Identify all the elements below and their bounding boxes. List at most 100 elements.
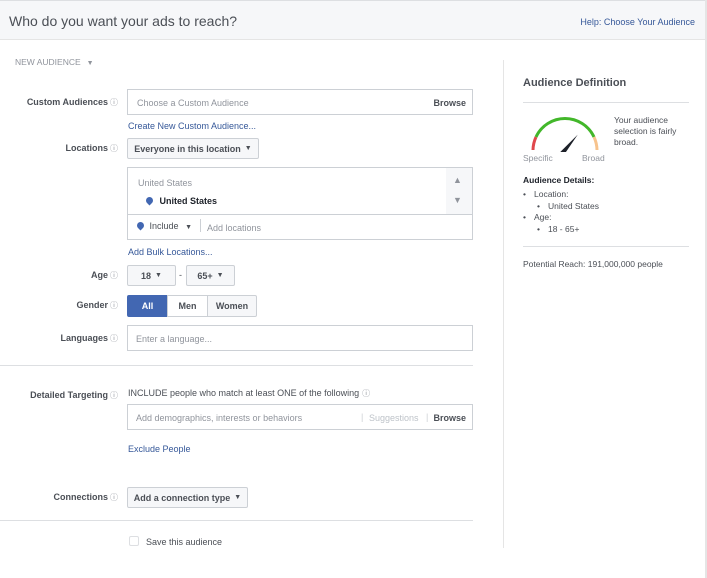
gender-men-button[interactable]: Men bbox=[167, 295, 208, 317]
caret-down-icon: ▼ bbox=[86, 60, 94, 67]
connection-type-dropdown[interactable]: Add a connection type ▼ bbox=[127, 487, 248, 508]
info-icon[interactable]: ⓘ bbox=[362, 389, 370, 398]
info-icon[interactable]: ⓘ bbox=[110, 333, 118, 344]
info-icon[interactable]: ⓘ bbox=[110, 492, 118, 503]
exclude-people-link[interactable]: Exclude People bbox=[128, 444, 191, 454]
help-link[interactable]: Help: Choose Your Audience bbox=[580, 17, 695, 27]
location-pin-icon bbox=[137, 222, 144, 231]
divider bbox=[523, 246, 689, 247]
gender-all-button[interactable]: All bbox=[127, 295, 168, 317]
custom-audiences-label: Custom Audiences ⓘ bbox=[0, 97, 118, 108]
detailed-targeting-description-text: INCLUDE people who match at least ONE of… bbox=[128, 388, 360, 398]
connections-label: Connections ⓘ bbox=[0, 492, 118, 503]
languages-input[interactable]: Enter a language... bbox=[127, 325, 473, 351]
custom-audiences-label-text: Custom Audiences bbox=[26, 97, 108, 107]
languages-placeholder: Enter a language... bbox=[136, 334, 213, 344]
gauge-arc-specific bbox=[531, 136, 538, 151]
detailed-targeting-placeholder: Add demographics, interests or behaviors bbox=[136, 413, 303, 423]
detailed-targeting-input[interactable]: Add demographics, interests or behaviors… bbox=[127, 404, 473, 430]
page-header: Who do you want your ads to reach? Help:… bbox=[0, 0, 707, 40]
caret-down-icon: ▼ bbox=[185, 224, 192, 231]
connection-type-value: Add a connection type bbox=[133, 492, 231, 503]
create-custom-audience-link[interactable]: Create New Custom Audience... bbox=[128, 121, 256, 131]
divider: | bbox=[361, 412, 364, 422]
audience-selector-label: NEW AUDIENCE bbox=[15, 57, 81, 67]
detail-value: United States bbox=[547, 200, 600, 211]
age-min-dropdown[interactable]: 18 ▼ bbox=[127, 265, 176, 286]
save-audience-checkbox[interactable] bbox=[129, 536, 139, 546]
potential-reach: Potential Reach: 191,000,000 people bbox=[523, 259, 663, 269]
detail-age: • Age: bbox=[523, 212, 599, 224]
suggestions-button[interactable]: Suggestions bbox=[369, 413, 419, 423]
page-title: Who do you want your ads to reach? bbox=[9, 13, 238, 29]
detailed-targeting-description: INCLUDE people who match at least ONE of… bbox=[128, 388, 370, 399]
info-icon[interactable]: ⓘ bbox=[110, 390, 118, 401]
sidebar-divider bbox=[503, 60, 504, 548]
gauge-broad-label: Broad bbox=[582, 153, 605, 163]
location-group-header: United States bbox=[138, 178, 193, 188]
save-audience-label: Save this audience bbox=[146, 537, 223, 547]
divider bbox=[523, 102, 689, 103]
detail-key: Age: bbox=[533, 212, 552, 222]
gauge-needle bbox=[559, 134, 578, 157]
location-scrollbar[interactable]: ▲ ▼ bbox=[446, 168, 472, 214]
info-icon[interactable]: ⓘ bbox=[110, 270, 118, 281]
detail-location: • Location: bbox=[523, 189, 599, 201]
caret-down-icon: ▼ bbox=[216, 272, 224, 279]
age-separator: - bbox=[179, 270, 182, 280]
caret-down-icon: ▼ bbox=[234, 494, 242, 501]
languages-label: Languages ⓘ bbox=[0, 333, 118, 344]
audience-details-list: • Location: • United States • Age: • 18 - 65… bbox=[523, 189, 599, 235]
include-dropdown[interactable]: Include ▼ bbox=[137, 221, 192, 231]
detailed-targeting-browse-button[interactable]: Browse bbox=[433, 413, 466, 423]
detail-value: 18 - 65+ bbox=[547, 223, 580, 234]
age-max-value: 65+ bbox=[197, 270, 213, 281]
custom-audience-placeholder: Choose a Custom Audience bbox=[137, 98, 249, 108]
divider bbox=[200, 219, 201, 232]
info-icon[interactable]: ⓘ bbox=[110, 300, 118, 311]
custom-audience-browse-button[interactable]: Browse bbox=[433, 98, 466, 108]
audience-gauge bbox=[527, 112, 603, 157]
selected-location: United States bbox=[146, 196, 218, 206]
languages-label-text: Languages bbox=[60, 333, 108, 343]
gauge-specific-label: Specific bbox=[523, 153, 553, 163]
section-divider bbox=[0, 520, 473, 521]
add-locations-input[interactable]: Add locations bbox=[207, 223, 261, 233]
detailed-targeting-label: Detailed Targeting ⓘ bbox=[0, 390, 118, 401]
divider: | bbox=[426, 412, 429, 422]
audience-definition-title: Audience Definition bbox=[523, 77, 627, 89]
info-icon[interactable]: ⓘ bbox=[110, 143, 118, 154]
age-min-value: 18 bbox=[141, 270, 152, 281]
audience-details-title: Audience Details: bbox=[523, 175, 595, 185]
location-pin-icon bbox=[146, 197, 153, 206]
selected-location-text: United States bbox=[159, 196, 218, 206]
bullet-icon: • bbox=[537, 200, 540, 211]
scroll-up-icon[interactable]: ▲ bbox=[453, 175, 462, 185]
location-type-dropdown[interactable]: Everyone in this location ▼ bbox=[127, 138, 259, 159]
locations-box: United States United States ▲ ▼ Include … bbox=[127, 167, 473, 240]
divider bbox=[128, 214, 472, 215]
detailed-targeting-label-text: Detailed Targeting bbox=[30, 390, 108, 400]
detail-location-value: • United States bbox=[523, 201, 599, 213]
detail-age-value: • 18 - 65+ bbox=[523, 224, 599, 236]
section-divider bbox=[0, 365, 473, 366]
gender-women-button[interactable]: Women bbox=[207, 295, 257, 317]
age-label-text: Age bbox=[90, 270, 108, 280]
custom-audience-input[interactable]: Choose a Custom Audience Browse bbox=[127, 89, 473, 115]
age-label: Age ⓘ bbox=[0, 270, 118, 281]
age-max-dropdown[interactable]: 65+ ▼ bbox=[186, 265, 235, 286]
scroll-down-icon[interactable]: ▼ bbox=[453, 195, 462, 205]
bullet-icon: • bbox=[537, 223, 540, 234]
detail-key: Location: bbox=[533, 189, 569, 199]
locations-label: Locations ⓘ bbox=[0, 143, 118, 154]
audience-selector[interactable]: NEW AUDIENCE ▼ bbox=[15, 57, 94, 67]
gender-label: Gender ⓘ bbox=[0, 300, 118, 311]
info-icon[interactable]: ⓘ bbox=[110, 97, 118, 108]
location-type-value: Everyone in this location bbox=[134, 143, 241, 154]
caret-down-icon: ▼ bbox=[155, 272, 162, 279]
add-bulk-locations-link[interactable]: Add Bulk Locations... bbox=[128, 247, 213, 257]
locations-label-text: Locations bbox=[65, 143, 108, 153]
gender-label-text: Gender bbox=[76, 300, 108, 310]
caret-down-icon: ▼ bbox=[244, 145, 252, 152]
gauge-svg bbox=[531, 117, 599, 157]
